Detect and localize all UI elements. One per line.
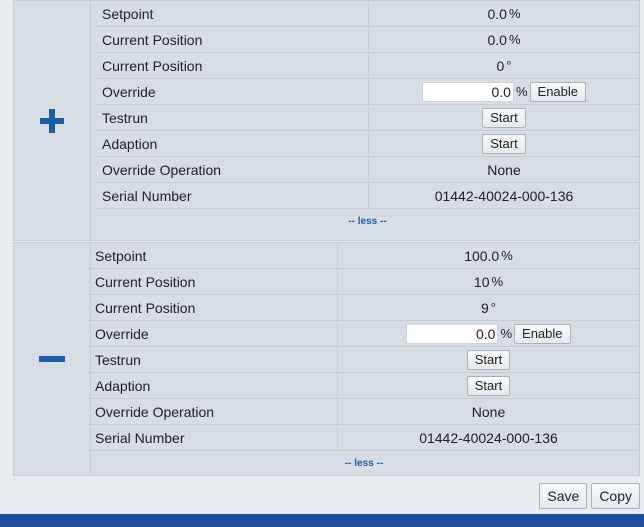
setpoint-value: 100.0 [464,247,500,264]
row-setpoint: Setpoint 100.0% [89,243,639,269]
unit-label: % [500,326,513,341]
unit-label: % [508,32,521,47]
row-label: Serial Number [102,187,192,204]
row-label: Testrun [102,109,148,126]
unit-label: % [515,84,528,99]
row-label: Current Position [102,57,203,74]
unit-label: % [501,248,513,263]
row-value-cell: None [368,157,639,182]
adaption-start-button[interactable]: Start [466,375,511,396]
row-value-cell: 01442-40024-000-136 [368,183,639,208]
row-value-cell: 10% [337,269,639,294]
row-override-operation: Override Operation None [89,399,639,425]
less-link[interactable]: -- less -- [345,458,383,469]
row-label: Override [102,83,156,100]
row-value-cell: Start [337,347,639,372]
footer-actions: Save Copy [539,483,640,509]
current-position-value: 0.0 [487,31,507,48]
row-current-position-percent: Current Position 0.0% [96,27,639,53]
setpoint-value: 0.0 [487,5,507,22]
row-testrun: Testrun Start [96,105,639,131]
row-value-cell: 0 ° [368,53,639,78]
row-label: Current Position [95,299,196,316]
row-value-cell: 0.0% [368,27,639,52]
row-adaption: Adaption Start [89,373,639,399]
row-setpoint: Setpoint 0.0% [96,1,639,27]
row-label: Testrun [95,351,141,368]
adaption-start-button[interactable]: Start [482,133,526,154]
device-panel-2: Setpoint 100.0% Current Position 10% Cur… [13,242,640,476]
expand-toggle[interactable] [14,1,91,240]
current-position-angle-value: 9 [481,299,489,316]
row-label: Adaption [102,135,158,152]
row-current-position-degrees: Current Position 0 ° [96,53,639,79]
row-label: Override [95,325,149,342]
row-label: Override Operation [95,403,215,420]
row-value-cell: 9 ° [337,295,639,320]
enable-button[interactable]: Enable [514,323,571,344]
row-override: Override % Enable [89,321,639,347]
row-label: Current Position [102,31,203,48]
row-override-operation: Override Operation None [96,157,639,183]
device-panel-1: Setpoint 0.0% Current Position 0.0% Curr… [13,0,640,241]
copy-button[interactable]: Copy [591,483,640,509]
row-value-cell: Start [337,373,639,398]
unit-label: % [508,6,521,21]
row-value-cell: % Enable [368,79,639,104]
row-testrun: Testrun Start [89,347,639,373]
row-value-cell: None [337,399,639,424]
override-input[interactable] [406,323,499,344]
unit-label: ° [490,300,496,315]
testrun-start-button[interactable]: Start [482,107,526,128]
row-value-cell: 01442-40024-000-136 [337,425,639,450]
override-operation-value: None [471,403,506,420]
row-value-cell: Start [368,131,639,156]
current-position-value: 10 [473,273,490,290]
current-position-angle-value: 0 [496,57,505,74]
properties-table: Setpoint 100.0% Current Position 10% Cur… [89,243,639,475]
row-serial-number: Serial Number 01442-40024-000-136 [89,425,639,451]
row-current-position-percent: Current Position 10% [89,269,639,295]
enable-button[interactable]: Enable [529,81,587,102]
row-serial-number: Serial Number 01442-40024-000-136 [96,183,639,209]
row-value-cell: % Enable [337,321,639,346]
plus-icon[interactable] [40,108,64,133]
less-link[interactable]: -- less -- [348,216,386,227]
save-button[interactable]: Save [539,483,588,509]
row-label: Override Operation [102,161,222,178]
testrun-start-button[interactable]: Start [466,349,511,370]
row-value-cell: 0.0% [368,1,639,26]
bottom-bar [0,514,644,527]
less-row: -- less -- [89,451,639,475]
unit-label: % [491,274,504,289]
properties-table: Setpoint 0.0% Current Position 0.0% Curr… [96,1,639,233]
unit-label: ° [506,58,512,73]
row-current-position-degrees: Current Position 9 ° [89,295,639,321]
row-label: Adaption [95,377,151,394]
minus-icon[interactable] [39,356,65,362]
override-operation-value: None [487,161,521,178]
row-value-cell: 100.0% [337,243,639,268]
serial-number-value: 01442-40024-000-136 [434,187,574,204]
less-row: -- less -- [96,209,639,233]
collapse-toggle[interactable] [14,243,91,475]
row-adaption: Adaption Start [96,131,639,157]
row-value-cell: Start [368,105,639,130]
row-override: Override % Enable [96,79,639,105]
override-input[interactable] [421,81,514,102]
row-label: Current Position [95,273,196,290]
row-label: Setpoint [95,247,147,264]
row-label: Serial Number [95,429,185,446]
serial-number-value: 01442-40024-000-136 [419,429,558,446]
row-label: Setpoint [102,5,154,22]
